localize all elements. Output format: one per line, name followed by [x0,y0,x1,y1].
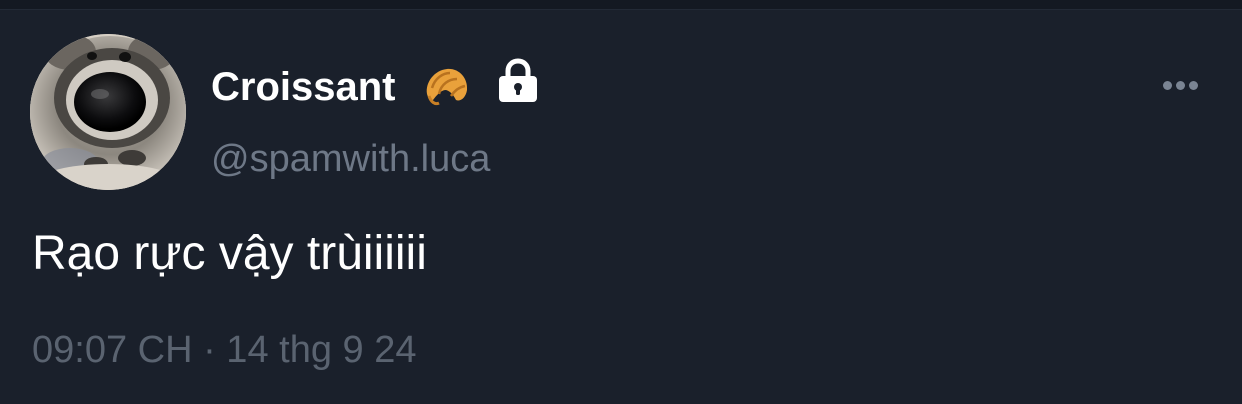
author-display-name[interactable]: Croissant [211,64,396,110]
post-timestamp[interactable]: 09:07 CH · 14 thg 9 24 [32,326,416,374]
more-dot [1188,80,1198,90]
croissant-icon [423,64,469,108]
top-divider [0,0,1242,10]
avatar[interactable] [30,34,186,190]
more-dot [1162,80,1172,90]
more-dot [1175,80,1185,90]
post-text: Rạo rực vậy trùiiiiii [32,227,427,280]
author-handle[interactable]: @spamwith.luca [211,136,490,182]
more-options-icon[interactable] [1154,68,1206,102]
lock-icon [497,58,539,104]
raccoon-avatar-icon [30,34,186,190]
